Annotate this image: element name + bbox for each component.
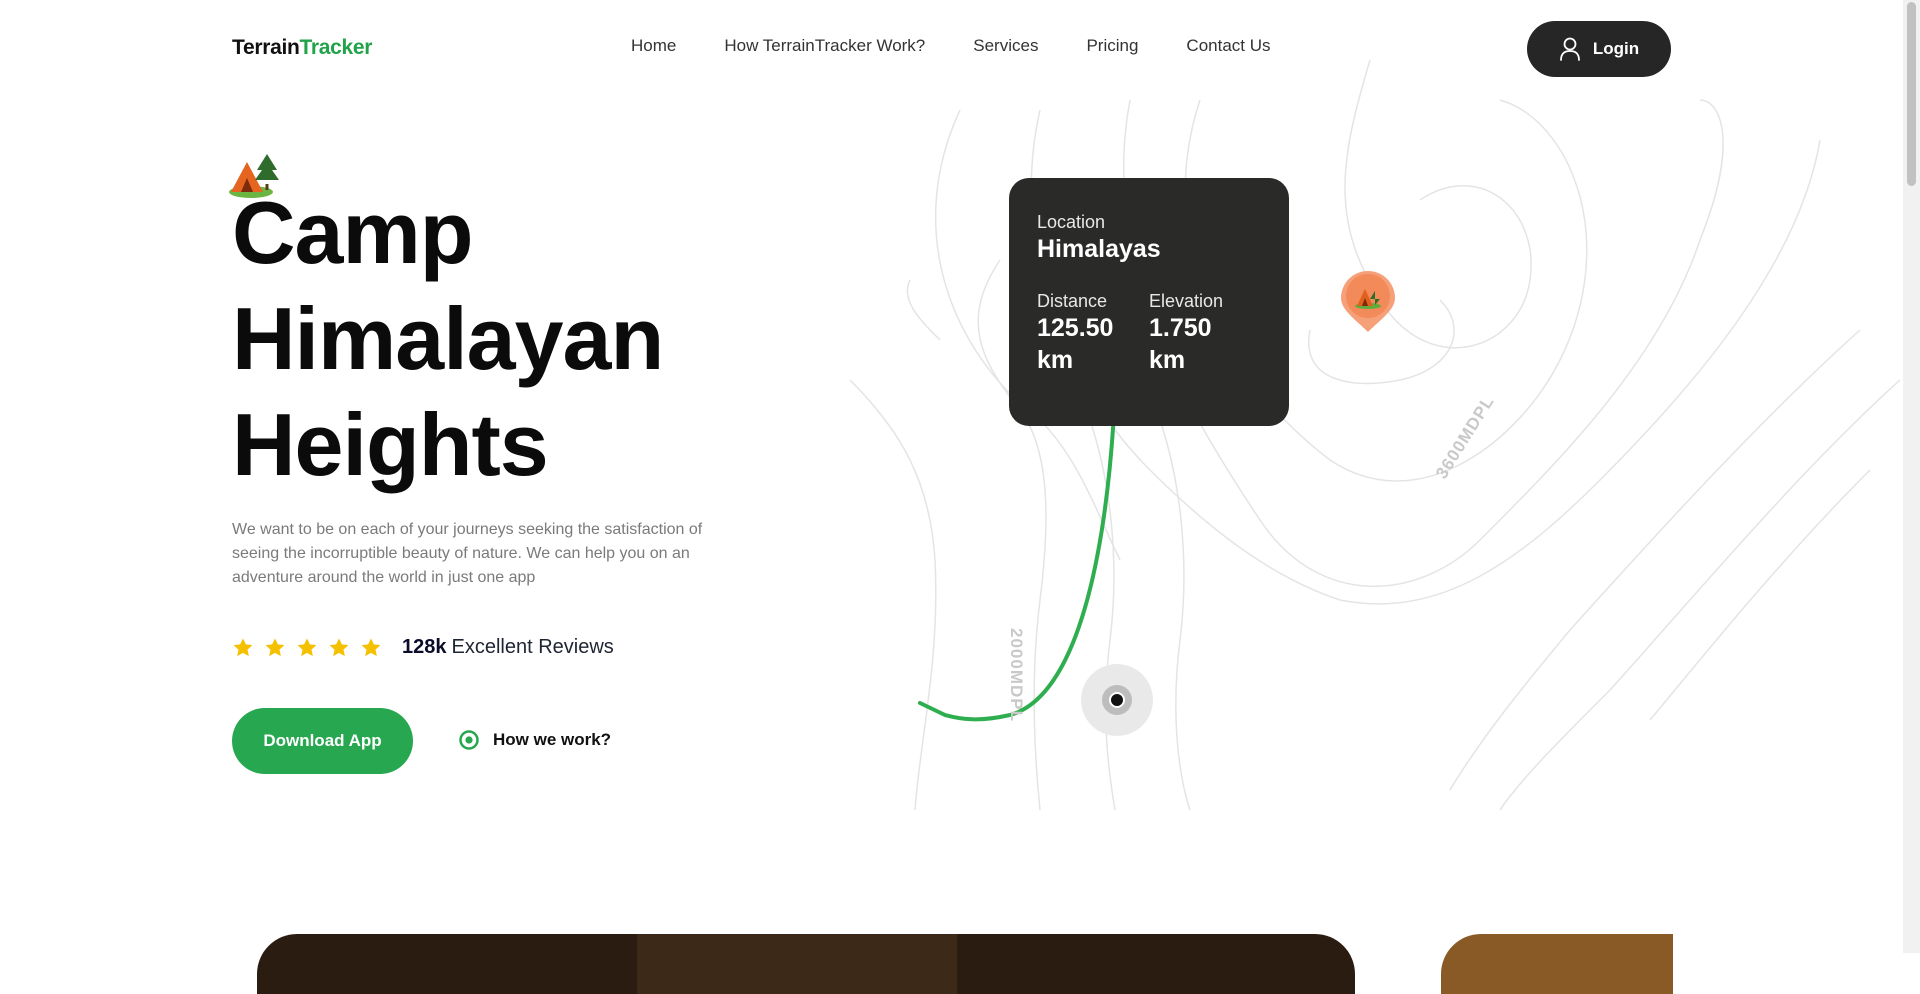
hero-title-line: Heights	[232, 395, 549, 494]
star-icon	[233, 637, 253, 656]
elevation-label: Elevation	[1149, 291, 1224, 311]
contour-line	[906, 279, 941, 341]
download-app-button[interactable]: Download App	[232, 708, 413, 774]
reviews-label: Excellent Reviews	[451, 636, 614, 658]
star-icon	[297, 637, 317, 656]
contour-line	[849, 379, 937, 811]
contour-line	[1449, 329, 1861, 791]
contour-label-2000: 2000MDPL	[1007, 628, 1026, 722]
featured-image-card[interactable]	[257, 934, 1355, 994]
start-marker-dot	[1109, 692, 1125, 708]
contour-line	[1499, 379, 1901, 811]
location-info-card: Location Himalayas Distance 125.50 km El…	[1009, 178, 1289, 426]
distance-value: 125.50 km	[1037, 314, 1114, 374]
how-we-work-label: How we work?	[493, 730, 612, 749]
hero-title: Camp Himalayan Heights	[232, 180, 792, 498]
elevation-value: 1.750 km	[1149, 314, 1212, 374]
hero-title-line: Camp	[232, 183, 474, 282]
star-icon	[361, 637, 381, 656]
location-value: Himalayas	[1037, 235, 1161, 263]
scrollbar-thumb[interactable]	[1907, 2, 1916, 186]
elevation-block: Elevation 1.750 km	[1149, 291, 1261, 376]
contour-line	[1089, 419, 1116, 811]
star-icon	[329, 637, 349, 656]
contour-line	[1649, 469, 1871, 721]
reviews-count: 128k	[402, 636, 447, 658]
contour-line	[1159, 419, 1191, 811]
how-we-work-link[interactable]: How we work?	[459, 730, 611, 750]
location-label: Location	[1037, 212, 1106, 232]
hero-description: We want to be on each of your journeys s…	[232, 521, 703, 586]
secondary-image-card[interactable]	[1441, 934, 1673, 994]
hero-title-line: Himalayan	[232, 289, 664, 388]
play-circle-icon	[459, 730, 479, 750]
star-icon	[265, 637, 285, 656]
rating-row: 128k Excellent Reviews	[232, 636, 614, 659]
distance-label: Distance	[1037, 291, 1108, 311]
destination-pin	[1341, 271, 1395, 332]
reviews-text: 128k Excellent Reviews	[402, 636, 614, 659]
star-rating	[232, 637, 382, 659]
distance-block: Distance 125.50 km	[1037, 291, 1149, 376]
page-scrollbar[interactable]	[1903, 0, 1920, 953]
